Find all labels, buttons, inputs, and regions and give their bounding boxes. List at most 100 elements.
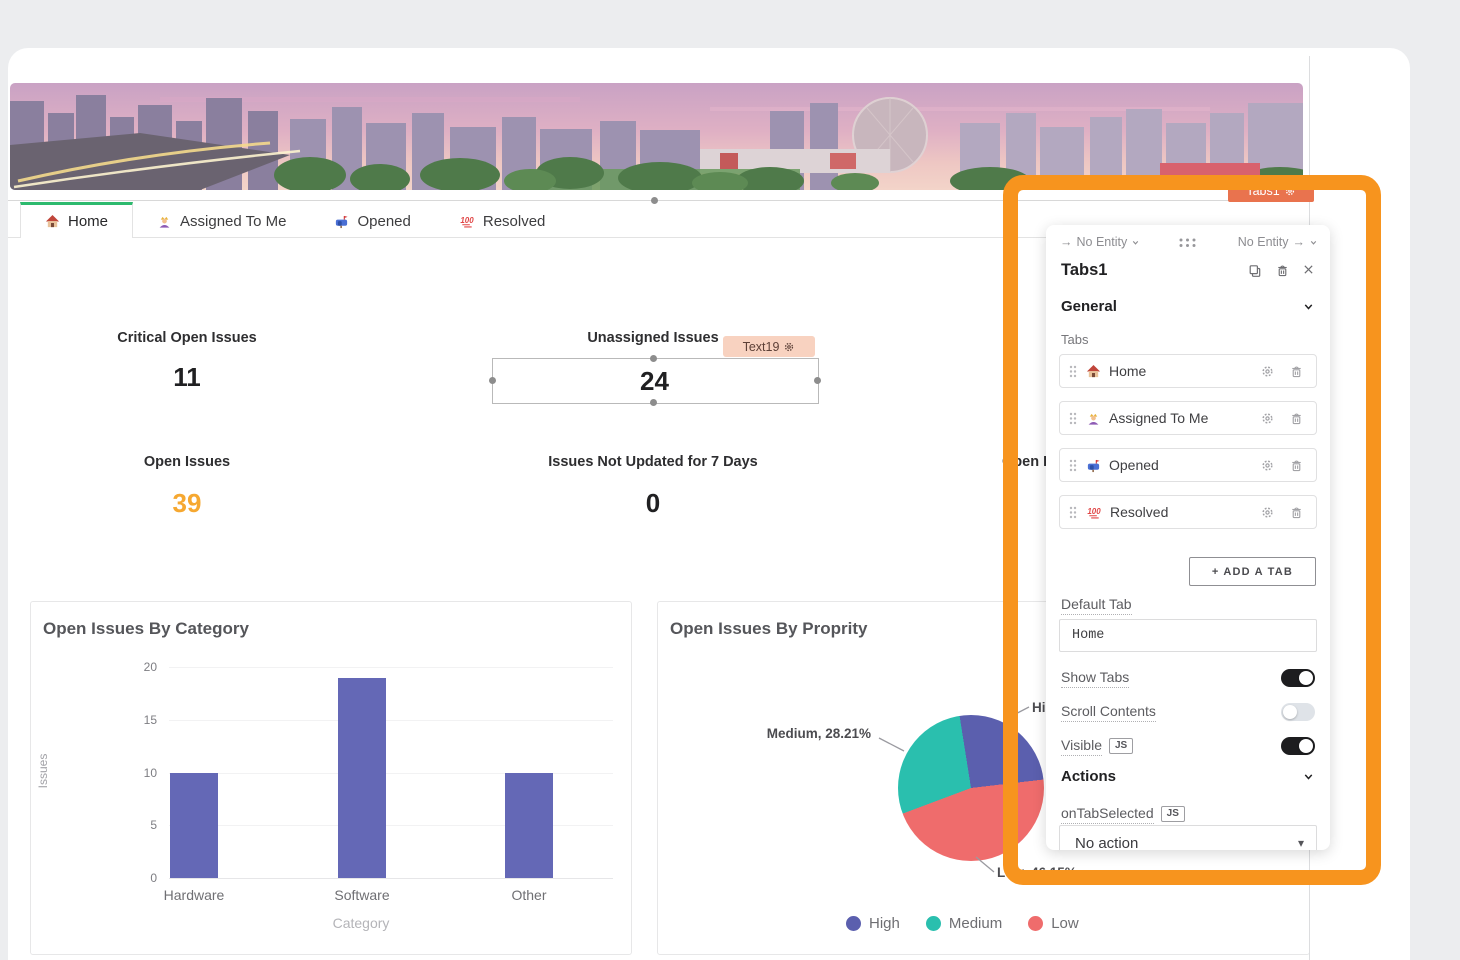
gear-icon[interactable] <box>1260 364 1275 379</box>
next-entity-label: No Entity <box>1238 235 1289 249</box>
person-icon <box>157 214 172 229</box>
bar-chart-widget[interactable]: Open Issues By Category Issues Category … <box>30 601 632 955</box>
tab-label: Assigned To Me <box>180 213 286 230</box>
delete-icon[interactable] <box>1275 263 1290 279</box>
trash-icon[interactable] <box>1289 458 1304 473</box>
prev-entity-button[interactable]: → No Entity <box>1060 235 1140 249</box>
stat-value-open-issues: 39 <box>37 488 337 519</box>
section-general[interactable]: General <box>1061 298 1315 315</box>
trash-icon[interactable] <box>1289 364 1304 379</box>
drag-handle-icon[interactable] <box>1068 458 1078 473</box>
y-axis-tick: 20 <box>123 660 157 674</box>
resize-handle[interactable] <box>650 399 657 406</box>
gear-icon[interactable] <box>1260 505 1275 520</box>
gear-icon[interactable] <box>1260 411 1275 426</box>
chevron-down-icon <box>1302 770 1315 783</box>
pie-chart-title: Open Issues By Proprity <box>670 619 867 639</box>
y-axis-tick: 15 <box>123 713 157 727</box>
js-toggle-button[interactable]: JS <box>1109 738 1133 754</box>
close-icon[interactable] <box>1302 263 1315 279</box>
canvas-grid-icon[interactable] <box>1178 236 1197 249</box>
tab-label: Opened <box>357 213 410 230</box>
legend-dot <box>926 916 941 931</box>
panel-tab-list: Home Assigned To Me Opened 100 Resolved <box>1059 354 1317 542</box>
bar-chart-y-axis-label: Issues <box>36 731 50 811</box>
section-general-label: General <box>1061 298 1117 315</box>
default-tab-input[interactable] <box>1059 619 1317 652</box>
stat-value-unassigned-issues: 24 <box>493 366 816 397</box>
legend-label: High <box>869 915 900 932</box>
entity-navigation: → No Entity No Entity → <box>1046 231 1330 253</box>
action-select[interactable]: No action ▾ <box>1059 825 1317 850</box>
selected-text-widget-badge[interactable]: Text19 <box>723 336 815 357</box>
tab-assigned-to-me[interactable]: Assigned To Me <box>133 202 310 237</box>
visible-row: Visible JS <box>1061 733 1315 759</box>
resize-handle[interactable] <box>814 377 821 384</box>
resize-handle[interactable] <box>489 377 496 384</box>
chevron-down-icon <box>1309 238 1318 247</box>
panel-tab-label: Resolved <box>1110 504 1168 520</box>
widget-name[interactable]: Tabs1 <box>1061 261 1107 279</box>
panel-tab-label: Assigned To Me <box>1109 410 1208 426</box>
bar-chart-title: Open Issues By Category <box>43 619 249 639</box>
tab-resolved[interactable]: 100Resolved <box>435 202 570 237</box>
next-entity-button[interactable]: No Entity → <box>1238 235 1318 249</box>
tab-opened[interactable]: Opened <box>310 202 434 237</box>
legend-label: Medium <box>949 915 1002 932</box>
drag-handle-icon[interactable] <box>1068 364 1078 379</box>
trash-icon[interactable] <box>1289 505 1304 520</box>
hundred-icon: 100 <box>459 214 475 229</box>
banner-image-widget[interactable] <box>10 83 1303 190</box>
y-axis-tick: 5 <box>123 818 157 832</box>
gear-icon[interactable] <box>1284 185 1296 197</box>
legend-label: Low <box>1051 915 1079 932</box>
add-tab-button[interactable]: + ADD A TAB <box>1189 557 1316 586</box>
person-icon <box>1086 411 1101 426</box>
on-tab-selected-label: onTabSelected <box>1061 805 1154 824</box>
legend-item-low: Low <box>1028 915 1079 932</box>
panel-tab-row-assigned-to-me[interactable]: Assigned To Me <box>1059 401 1317 435</box>
copy-icon[interactable] <box>1247 263 1263 279</box>
resize-handle[interactable] <box>651 197 658 204</box>
visible-label: Visible <box>1061 737 1102 756</box>
y-axis-tick: 0 <box>123 871 157 885</box>
gridline <box>169 878 613 879</box>
selected-widget-name-badge[interactable]: Tabs1 <box>1228 180 1314 202</box>
selected-text-widget[interactable]: 24 <box>492 358 819 404</box>
scroll-contents-toggle[interactable] <box>1281 703 1315 721</box>
js-toggle-button[interactable]: JS <box>1161 806 1185 822</box>
section-actions[interactable]: Actions <box>1061 768 1315 785</box>
home-icon <box>1086 364 1101 379</box>
tab-home[interactable]: Home <box>20 202 133 238</box>
svg-text:100: 100 <box>1087 506 1101 515</box>
legend-dot <box>1028 916 1043 931</box>
tab-label: Home <box>68 213 108 230</box>
gear-icon[interactable] <box>1260 458 1275 473</box>
drag-handle-icon[interactable] <box>1068 411 1078 426</box>
x-axis-tick: Hardware <box>139 887 249 903</box>
bar-hardware <box>170 773 218 879</box>
show-tabs-toggle[interactable] <box>1281 669 1315 687</box>
panel-tab-row-home[interactable]: Home <box>1059 354 1317 388</box>
arrow-right-icon: → <box>1293 235 1306 249</box>
panel-tab-row-opened[interactable]: Opened <box>1059 448 1317 482</box>
legend-item-medium: Medium <box>926 915 1002 932</box>
drag-handle-icon[interactable] <box>1068 505 1078 520</box>
gear-icon[interactable] <box>783 341 795 353</box>
bar-software <box>338 678 386 878</box>
x-axis-tick: Software <box>307 887 417 903</box>
pie-legend: High Medium Low <box>846 915 1079 932</box>
gridline <box>169 720 613 721</box>
legend-dot <box>846 916 861 931</box>
stat-value-critical-open-issues: 11 <box>37 362 337 393</box>
resize-handle[interactable] <box>650 355 657 362</box>
visible-toggle[interactable] <box>1281 737 1315 755</box>
chevron-down-icon <box>1131 238 1140 247</box>
trash-icon[interactable] <box>1289 411 1304 426</box>
scroll-contents-row: Scroll Contents <box>1061 699 1315 725</box>
panel-tab-label: Opened <box>1109 457 1159 473</box>
y-axis-tick: 10 <box>123 766 157 780</box>
svg-text:100: 100 <box>460 215 474 224</box>
prev-entity-label: No Entity <box>1077 235 1128 249</box>
panel-tab-row-resolved[interactable]: 100 Resolved <box>1059 495 1317 529</box>
